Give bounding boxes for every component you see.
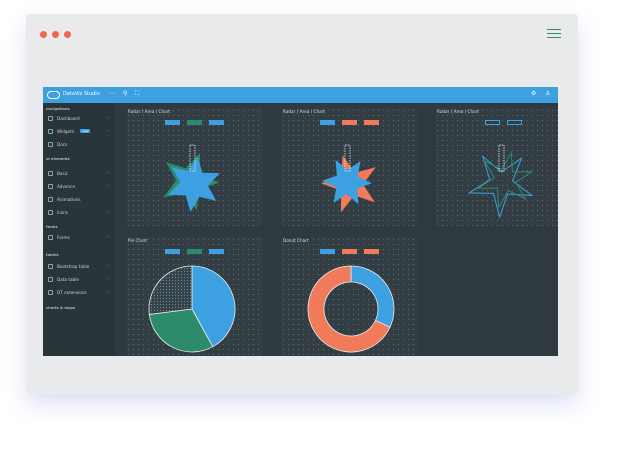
chevron-right-icon: › (107, 209, 109, 214)
widgets-icon (48, 129, 53, 134)
window-minimize-dot[interactable] (52, 31, 59, 38)
basic-icon (48, 171, 53, 176)
chevron-right-icon: › (107, 234, 109, 239)
animations-icon (48, 197, 53, 202)
table-icon (48, 264, 53, 269)
sidebar-item-dt-extensions[interactable]: DT extensions › (46, 288, 112, 298)
extensions-icon (48, 290, 53, 295)
icons-icon (48, 210, 53, 215)
pie-chart (148, 265, 236, 353)
radar-chart (321, 144, 376, 213)
sidebar-section-title: charts & maps (46, 306, 76, 310)
sidebar-item-icons[interactable]: Icons › (46, 208, 112, 218)
sidebar-section-title: forms (46, 225, 58, 229)
chevron-right-icon: › (107, 276, 109, 281)
window-close-dot[interactable] (40, 31, 47, 38)
user-icon[interactable]: ♙ (545, 90, 550, 97)
dashboard-icon (48, 116, 53, 121)
chevron-right-icon: › (107, 170, 109, 175)
browser-window: DataVis Studio ⋯ ⚲ ⛶ ⚙ ♙ navigations Das… (26, 14, 578, 394)
docs-icon (48, 142, 53, 147)
donut-chart-panel: Donut Chart (281, 237, 418, 355)
table-icon (48, 277, 53, 282)
advance-icon (48, 184, 53, 189)
chevron-right-icon: › (107, 128, 109, 133)
sidebar-item-forms[interactable]: Forms › (46, 233, 112, 243)
search-icon[interactable]: ⚲ (123, 90, 127, 97)
sidebar-item-widgets[interactable]: Widgets new › (46, 127, 112, 137)
expand-icon[interactable]: ⛶ (135, 90, 139, 98)
pie-chart-panel: Pie Chart (126, 237, 263, 355)
chevron-right-icon: › (107, 263, 109, 268)
sidebar-section-title: ui elements (46, 157, 70, 161)
radar-chart-panel-1: Radar ( Area ) Chart (126, 108, 263, 226)
radar-line-series-1 (467, 155, 534, 219)
sidebar-item-dashboard[interactable]: Dashboard › (46, 114, 112, 124)
window-maximize-dot[interactable] (64, 31, 71, 38)
sidebar-item-basic[interactable]: Basic › (46, 169, 112, 179)
hamburger-menu-icon[interactable] (547, 29, 561, 41)
sidebar-item-advance[interactable]: Advance › (46, 182, 112, 192)
pie-slice (148, 265, 193, 315)
dashboard-app: DataVis Studio ⋯ ⚲ ⛶ ⚙ ♙ navigations Das… (43, 87, 558, 356)
more-icon[interactable]: ⋯ (109, 90, 115, 97)
logo-icon (47, 91, 60, 99)
settings-icon[interactable]: ⚙ (531, 90, 536, 97)
sidebar-section-title: navigations (46, 107, 70, 111)
chevron-right-icon: › (107, 289, 109, 294)
chevron-right-icon: › (107, 115, 109, 120)
sidebar-item-animations[interactable]: Animations (46, 195, 112, 205)
sidebar-item-bootstrap-table[interactable]: Bootstrap table › (46, 262, 112, 272)
sidebar-item-data-table[interactable]: Data table › (46, 275, 112, 285)
forms-icon (48, 235, 53, 240)
sidebar-item-docs[interactable]: Docs (46, 140, 112, 150)
sidebar: navigations Dashboard › Widgets new › Docs … (43, 103, 115, 356)
radar-chart (163, 144, 220, 212)
donut-chart (307, 265, 395, 353)
radar-chart (467, 144, 534, 219)
chevron-right-icon: › (107, 183, 109, 188)
donut-slice (350, 265, 395, 328)
radar-chart-panel-2: Radar ( Area ) Chart (281, 108, 418, 226)
radar-chart-panel-3: Radar ( Area ) Chart (435, 108, 558, 226)
radar-line-series-2 (476, 151, 534, 209)
brand-name: DataVis Studio (63, 91, 100, 97)
new-badge: new (80, 129, 91, 133)
top-bar: DataVis Studio ⋯ ⚲ ⛶ ⚙ ♙ (43, 87, 558, 103)
sidebar-section-title: tables (46, 253, 59, 257)
